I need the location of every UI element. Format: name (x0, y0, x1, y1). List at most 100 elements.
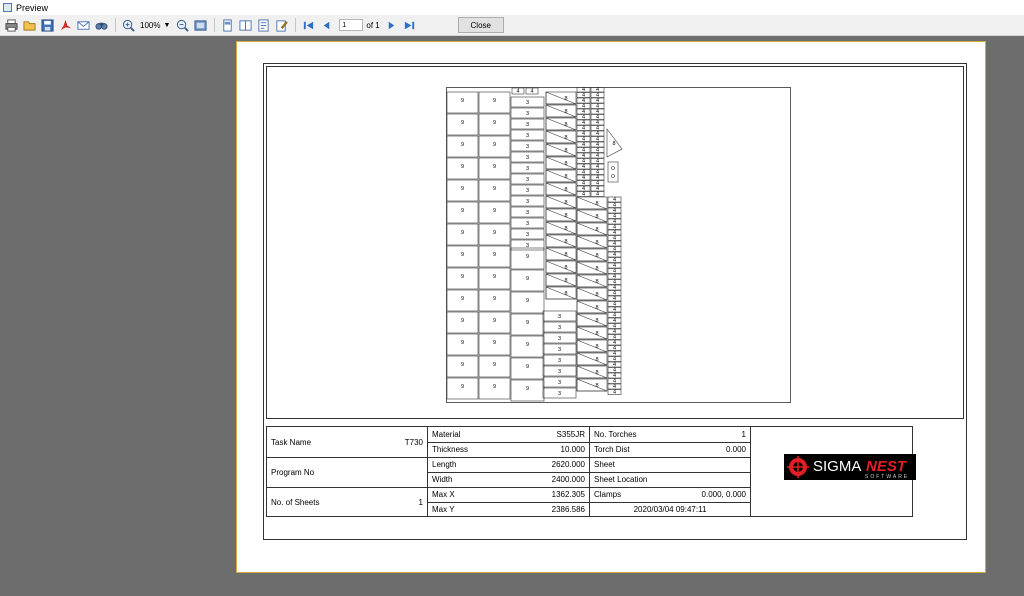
nested-part (576, 235, 608, 249)
sheet-row: Sheet (590, 457, 750, 472)
report-frame: 9 9 9 9 9 9 9 9 9 9 9 9 9 9 9 9 9 9 9 9 9 9 9 9 9 9 9 9 3 3 3 3 3 3 3 3 3 3 3 3… (263, 63, 967, 540)
nested-part (576, 326, 608, 340)
part-label: 3 (526, 155, 529, 161)
part-label: 8 (564, 122, 567, 128)
program-no-row: Program No (267, 457, 427, 487)
chevron-down-icon: ▼ (163, 21, 171, 29)
nested-part (545, 195, 577, 209)
logo-text-a: SIGMA (813, 458, 861, 475)
nested-part (545, 208, 577, 222)
logo-text-sub: SOFTWARE (865, 474, 909, 480)
toolbar-separator (115, 18, 116, 32)
nested-part (576, 378, 608, 392)
thickness-row: Thickness 10.000 (428, 442, 589, 457)
part-label: 9 (493, 252, 496, 258)
sheet-location-row: Sheet Location (590, 472, 750, 487)
part-label: 9 (526, 254, 529, 260)
nested-part (576, 313, 608, 327)
single-page-icon[interactable] (219, 17, 235, 33)
part-label: 9 (461, 142, 464, 148)
window-title: Preview (16, 2, 49, 13)
edit-page-icon[interactable] (273, 17, 289, 33)
sheet-location-label: Sheet Location (594, 475, 648, 484)
width-label: Width (432, 475, 453, 484)
nested-part (545, 117, 577, 131)
part-label: 9 (461, 296, 464, 302)
page-setup-icon[interactable] (255, 17, 271, 33)
part-label: 8 (564, 200, 567, 206)
part-label: 9 (526, 298, 529, 304)
part-label: 4 (596, 192, 599, 198)
length-label: Length (432, 460, 457, 469)
pdf-export-icon[interactable] (57, 17, 73, 33)
datetime-row: 2020/03/04 09:47:11 (590, 502, 750, 517)
part-label: 9 (461, 252, 464, 258)
part-label: 9 (461, 362, 464, 368)
page-number-input[interactable]: 1 (339, 19, 364, 31)
part-label: 9 (461, 340, 464, 346)
part-label: 8 (595, 370, 598, 376)
zoom-value: 100% (140, 20, 161, 30)
torches-label: No. Torches (594, 430, 637, 439)
last-page-icon[interactable] (402, 17, 418, 33)
sheet-drawing: 9 9 9 9 9 9 9 9 9 9 9 9 9 9 9 9 9 9 9 9 9 9 9 9 9 9 9 9 3 3 3 3 3 3 3 3 3 3 3 3… (446, 87, 791, 403)
first-page-icon[interactable] (300, 17, 316, 33)
material-value: S355JR (556, 430, 585, 439)
part-label: 9 (461, 274, 464, 280)
print-icon[interactable] (3, 17, 19, 33)
part-label: 4 (516, 89, 519, 95)
nested-part (576, 365, 608, 379)
nested-part (576, 339, 608, 353)
part-label: 3 (558, 347, 561, 353)
width-row: Width 2400.000 (428, 472, 589, 487)
part-label: 8 (564, 239, 567, 245)
part-label: 3 (558, 391, 561, 397)
nested-part (545, 143, 577, 157)
part-label: 8 (564, 213, 567, 219)
nested-part (545, 182, 577, 196)
nested-part (545, 156, 577, 170)
part-label: 3 (526, 221, 529, 227)
part-label: 3 (526, 111, 529, 117)
part-label: 9 (461, 384, 464, 390)
task-name-row: Task Name T730 (267, 427, 427, 457)
email-icon[interactable] (75, 17, 91, 33)
title-bar: Preview (0, 0, 1024, 15)
save-icon[interactable] (39, 17, 55, 33)
zoom-out-icon[interactable] (174, 17, 190, 33)
nested-part (576, 209, 608, 223)
part-label: 3 (558, 314, 561, 320)
torch-dist-label: Torch Dist (594, 445, 630, 454)
sigmanest-logo-graphic: SIGMA NEST SOFTWARE (784, 454, 916, 480)
part-label: 3 (526, 177, 529, 183)
part-label: 9 (493, 98, 496, 104)
max-x-value: 1362.305 (551, 490, 585, 499)
close-button[interactable]: Close (457, 17, 504, 33)
nested-part (545, 221, 577, 235)
zoom-in-icon[interactable] (120, 17, 136, 33)
info-table: Task Name T730 Program No No. of Sheets … (266, 426, 916, 517)
find-icon[interactable] (93, 17, 109, 33)
full-screen-icon[interactable] (192, 17, 208, 33)
task-name-label: Task Name (271, 437, 312, 447)
two-pages-icon[interactable] (237, 17, 253, 33)
nested-part (545, 247, 577, 261)
nested-part (545, 91, 577, 105)
previous-page-icon[interactable] (318, 17, 334, 33)
torches-value: 1 (741, 430, 746, 439)
part-label: 8 (564, 96, 567, 102)
length-row: Length 2620.000 (428, 457, 589, 472)
nested-part (576, 300, 608, 314)
no-sheets-row: No. of Sheets 1 (267, 487, 427, 517)
nested-part (545, 234, 577, 248)
nested-part (611, 166, 615, 170)
next-page-icon[interactable] (384, 17, 400, 33)
zoom-select[interactable]: 100% ▼ (140, 21, 170, 30)
part-label: 9 (493, 362, 496, 368)
part-label: 3 (526, 133, 529, 139)
part-label: 9 (461, 120, 464, 126)
open-folder-icon[interactable] (21, 17, 37, 33)
nested-part (576, 352, 608, 366)
part-label: 3 (558, 336, 561, 342)
part-label: 8 (564, 291, 567, 297)
